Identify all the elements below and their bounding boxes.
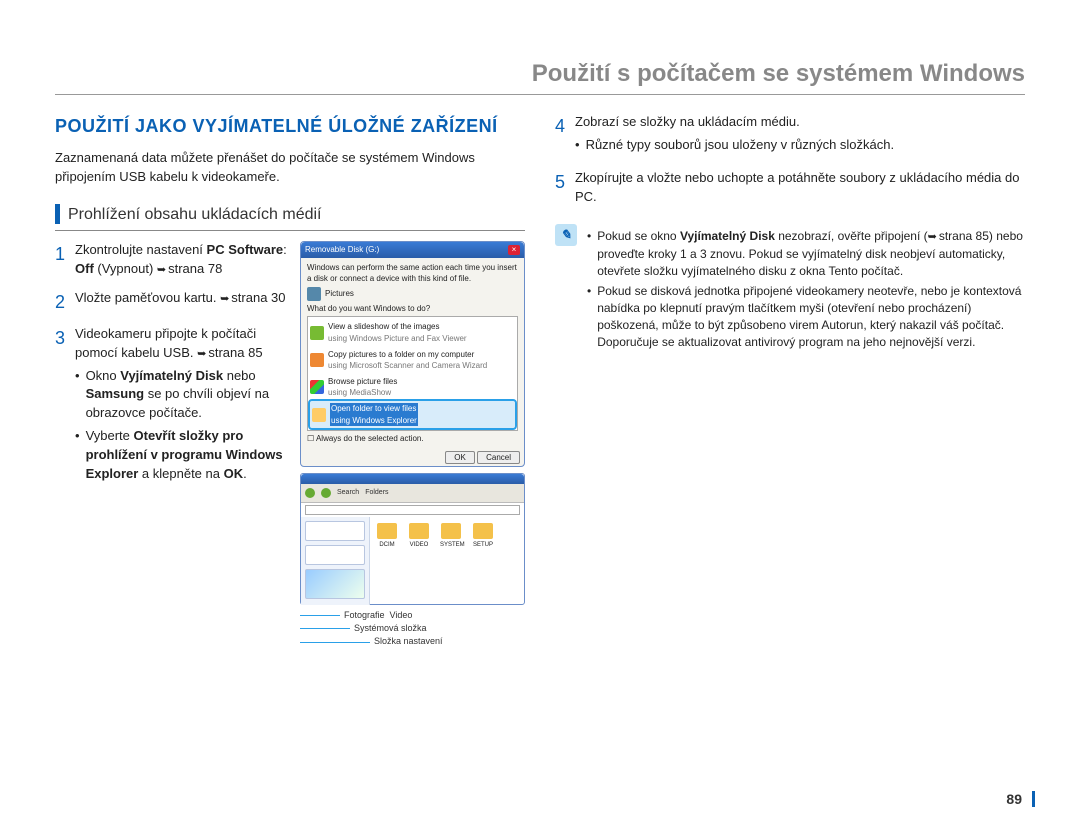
right-column: 4 Zobrazí se složky na ukládacím médiu. …: [555, 113, 1025, 648]
note-icon: ✎: [555, 224, 577, 246]
callout-photo: Fotografie: [344, 610, 385, 620]
folder-setup[interactable]: SETUP: [472, 523, 494, 550]
option-open-folder[interactable]: Open folder to view files using Windows E…: [310, 401, 515, 428]
callouts: Fotografie Video Systémová složka Složka…: [300, 609, 525, 648]
note-box: ✎ Pokud se okno Vyjímatelný Disk nezobra…: [555, 224, 1025, 354]
callout-setup: Složka nastavení: [374, 636, 443, 646]
dialog-info: Windows can perform the same action each…: [307, 262, 518, 285]
step1-ref: strana 78: [157, 261, 222, 276]
step-2: 2 Vložte paměťovou kartu. strana 30: [55, 289, 290, 315]
page-number: 89: [1006, 791, 1035, 807]
pictures-icon: [307, 287, 321, 301]
dialog-title: Removable Disk (G:): [305, 244, 379, 256]
copy-icon: [310, 353, 324, 367]
option-copy[interactable]: Copy pictures to a folder on my computer…: [310, 347, 515, 374]
toolbar-search[interactable]: Search: [337, 488, 359, 498]
step-1: 1 Zkontrolujte nastavení PC Software: Of…: [55, 241, 290, 279]
side-preview: [305, 569, 365, 599]
step4-bullet: Různé typy souborů jsou uloženy v různýc…: [575, 136, 1025, 155]
folder-video[interactable]: VIDEO: [408, 523, 430, 550]
explorer-content: DCIM VIDEO SYSTEM SETUP: [370, 517, 524, 605]
sub-heading-text: Prohlížení obsahu ukládacích médií: [68, 203, 321, 226]
folder-dcim[interactable]: DCIM: [376, 523, 398, 550]
folder-dcim-label: DCIM: [376, 541, 398, 550]
folder-system[interactable]: SYSTEM: [440, 523, 462, 550]
browse-icon: [310, 380, 324, 394]
explorer-window: Search Folders DCIM VIDEO SYS: [300, 473, 525, 605]
opt3b: using MediaShow: [328, 388, 391, 397]
opt1a: View a slideshow of the images: [328, 322, 439, 331]
cancel-button[interactable]: Cancel: [477, 451, 520, 465]
page-title: Použití s počítačem se systémem Windows: [55, 60, 1025, 95]
step1-text-a: Zkontrolujte nastavení: [75, 242, 207, 257]
folder-system-label: SYSTEM: [440, 541, 462, 550]
step3-bullet-2: Vyberte Otevřít složky pro prohlížení v …: [75, 427, 290, 484]
opt4b: using Windows Explorer: [331, 416, 417, 425]
opt1b: using Windows Picture and Fax Viewer: [328, 334, 467, 343]
n2: Pokud se disková jednotka připojené vide…: [597, 283, 1025, 350]
note-2: Pokud se disková jednotka připojené vide…: [587, 283, 1025, 350]
step-4: 4 Zobrazí se složky na ukládacím médiu. …: [555, 113, 1025, 159]
step3-ref: strana 85: [197, 345, 262, 360]
step2-text: Vložte paměťovou kartu.: [75, 290, 220, 305]
side-other[interactable]: [305, 545, 365, 565]
slideshow-icon: [310, 326, 324, 340]
sub-heading: Prohlížení obsahu ukládacích médií: [55, 203, 525, 231]
option-browse[interactable]: Browse picture files using MediaShow: [310, 374, 515, 401]
callout-system: Systémová složka: [354, 623, 427, 633]
toolbar-folders[interactable]: Folders: [365, 488, 388, 498]
opt2b: using Microsoft Scanner and Camera Wizar…: [328, 361, 487, 370]
s3b2c: a klepněte na: [138, 466, 223, 481]
s3b1a: Okno: [86, 368, 121, 383]
step4-text: Zobrazí se složky na ukládacím médiu.: [575, 114, 800, 129]
back-icon[interactable]: [305, 488, 315, 498]
always-checkbox[interactable]: ☐ Always do the selected action.: [307, 433, 518, 445]
s3b2e: .: [243, 466, 247, 481]
step1-text-c: :: [283, 242, 287, 257]
section-heading: POUŽITÍ JAKO VYJÍMATELNÉ ÚLOŽNÉ ZAŘÍZENÍ: [55, 113, 525, 139]
always-label: Always do the selected action.: [316, 434, 424, 443]
explorer-sidebar: [301, 517, 370, 605]
step1-bold-d: Off: [75, 261, 94, 276]
callout-video: Video: [390, 610, 413, 620]
close-icon[interactable]: ×: [508, 245, 520, 255]
side-tasks[interactable]: [305, 521, 365, 541]
n1a: Pokud se okno: [597, 229, 680, 243]
s3b2d: OK: [224, 466, 244, 481]
n1ref: strana 85: [928, 229, 989, 243]
n1c: nezobrazí, ověřte připojení (: [775, 229, 928, 243]
note-1: Pokud se okno Vyjímatelný Disk nezobrazí…: [587, 228, 1025, 279]
dialog-prompt: What do you want Windows to do?: [307, 303, 518, 315]
step3-bullet-1: Okno Vyjímatelný Disk nebo Samsung se po…: [75, 367, 290, 424]
ok-button[interactable]: OK: [445, 451, 475, 465]
step1-bold-b: PC Software: [207, 242, 284, 257]
s3b1c: nebo: [223, 368, 256, 383]
left-column: POUŽITÍ JAKO VYJÍMATELNÉ ÚLOŽNÉ ZAŘÍZENÍ…: [55, 113, 525, 648]
n1b: Vyjímatelný Disk: [680, 229, 775, 243]
intro-text: Zaznamenaná data můžete přenášet do počí…: [55, 149, 525, 187]
pictures-label: Pictures: [325, 288, 354, 300]
step-5: 5 Zkopírujte a vložte nebo uchopte a pot…: [555, 169, 1025, 207]
step5-text: Zkopírujte a vložte nebo uchopte a potáh…: [575, 169, 1025, 207]
folder-setup-label: SETUP: [472, 541, 494, 550]
step2-ref: strana 30: [220, 290, 285, 305]
forward-icon[interactable]: [321, 488, 331, 498]
s3b1d: Samsung: [86, 386, 145, 401]
option-slideshow[interactable]: View a slideshow of the images using Wind…: [310, 319, 515, 346]
opt3a: Browse picture files: [328, 377, 397, 386]
s3b1b: Vyjímatelný Disk: [120, 368, 223, 383]
heading-bar: [55, 204, 60, 224]
folder-icon: [312, 408, 326, 422]
opt2a: Copy pictures to a folder on my computer: [328, 350, 474, 359]
address-bar[interactable]: [305, 505, 520, 515]
folder-video-label: VIDEO: [408, 541, 430, 550]
step-3: 3 Videokameru připojte k počítači pomocí…: [55, 325, 290, 488]
s3b2a: Vyberte: [86, 428, 134, 443]
step1-text-e: (Vypnout): [94, 261, 157, 276]
step4-bullet-text: Různé typy souborů jsou uloženy v různýc…: [586, 136, 895, 155]
removable-disk-dialog: Removable Disk (G:) × Windows can perfor…: [300, 241, 525, 467]
opt4a: Open folder to view files: [331, 404, 416, 413]
